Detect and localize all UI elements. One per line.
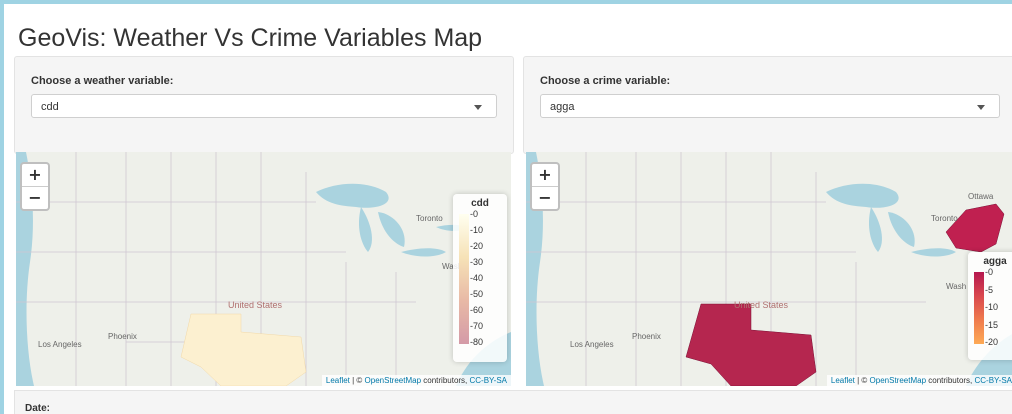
zoom-in-button[interactable]: + — [22, 164, 48, 187]
map-label-united-states: United States — [228, 300, 283, 310]
map-label-los-angeles: Los Angeles — [570, 340, 614, 349]
legend-tick-label: -50 — [470, 289, 484, 299]
legend-tick-label: -10 — [985, 302, 999, 312]
weather-selected-value: cdd — [41, 101, 59, 113]
zoom-out-button[interactable]: − — [532, 187, 558, 209]
legend-tick-label: -0 — [985, 267, 994, 277]
osm-link[interactable]: OpenStreetMap — [870, 376, 926, 385]
weather-variable-select[interactable]: cdd — [31, 94, 497, 118]
osm-link[interactable]: OpenStreetMap — [365, 376, 421, 385]
page-title: GeoVis: Weather Vs Crime Variables Map — [18, 24, 483, 52]
weather-legend: cdd -0 -10 -20 -30 -40 -50 -60 -70 -80 — [453, 194, 507, 362]
crime-selected-value: agga — [550, 101, 575, 113]
caret-down-icon — [977, 105, 985, 110]
zoom-in-button[interactable]: + — [532, 164, 558, 187]
legend-tick-label: -5 — [985, 284, 994, 295]
map-label-los-angeles: Los Angeles — [38, 340, 82, 349]
map-label-toronto: Toronto — [416, 214, 443, 223]
legend-tick-label: -20 — [470, 241, 484, 251]
weather-map-tiles — [16, 152, 511, 386]
legend-tick-label: -80 — [470, 337, 484, 347]
legend-tick-label: -20 — [985, 337, 999, 347]
legend-tick-label: -30 — [470, 257, 484, 267]
date-panel: Date: — [14, 390, 1012, 414]
crime-map-attribution: Leaflet | © OpenStreetMap contributors, … — [826, 375, 1012, 386]
legend-tick-label: -0 — [470, 209, 479, 219]
attribution-separator: | © — [854, 376, 870, 385]
app-window: GeoVis: Weather Vs Crime Variables Map C… — [4, 4, 1012, 414]
legend-tick-label: -70 — [470, 321, 484, 331]
crime-zoom-control: + − — [530, 162, 560, 211]
license-link[interactable]: CC-BY-SA — [975, 376, 1012, 385]
legend-tick-label: -15 — [985, 319, 999, 330]
map-label-phoenix: Phoenix — [108, 332, 137, 341]
map-label-united-states: United States — [734, 300, 789, 310]
zoom-out-button[interactable]: − — [22, 187, 48, 209]
weather-map-attribution: Leaflet | © OpenStreetMap contributors, … — [321, 375, 511, 386]
caret-down-icon — [474, 105, 482, 110]
attribution-contributors: contributors, — [926, 376, 975, 385]
leaflet-link[interactable]: Leaflet — [326, 376, 350, 385]
attribution-contributors: contributors, — [421, 376, 470, 385]
crime-selector-panel: Choose a crime variable: agga — [523, 56, 1012, 154]
crime-legend-title: agga — [983, 256, 1007, 267]
crime-variable-label: Choose a crime variable: — [540, 75, 671, 87]
map-label-phoenix: Phoenix — [632, 332, 661, 341]
date-label: Date: — [25, 403, 51, 414]
legend-tick-label: -10 — [470, 225, 484, 235]
weather-map[interactable]: Toronto Wash United States Phoenix Los A… — [16, 152, 511, 386]
map-label-ottawa: Ottawa — [968, 192, 994, 201]
crime-legend: agga -0 -5 -10 -15 -20 — [968, 252, 1012, 360]
weather-variable-label: Choose a weather variable: — [31, 75, 174, 87]
crime-variable-select[interactable]: agga — [540, 94, 1000, 118]
legend-tick-label: -60 — [470, 305, 484, 315]
crime-map-tiles — [526, 152, 1012, 386]
map-label-toronto: Toronto — [931, 214, 958, 223]
weather-selector-panel: Choose a weather variable: cdd — [14, 56, 514, 154]
crime-map[interactable]: Ottawa Toronto Wash rk United States Pho… — [526, 152, 1012, 386]
map-label-washington: Wash — [946, 282, 967, 291]
license-link[interactable]: CC-BY-SA — [470, 376, 508, 385]
weather-legend-colorbar — [459, 214, 469, 344]
attribution-separator: | © — [349, 376, 365, 385]
weather-zoom-control: + − — [20, 162, 50, 211]
legend-tick-label: -40 — [470, 273, 484, 283]
weather-legend-title: cdd — [471, 198, 489, 209]
leaflet-link[interactable]: Leaflet — [831, 376, 855, 385]
crime-legend-colorbar — [974, 272, 984, 344]
